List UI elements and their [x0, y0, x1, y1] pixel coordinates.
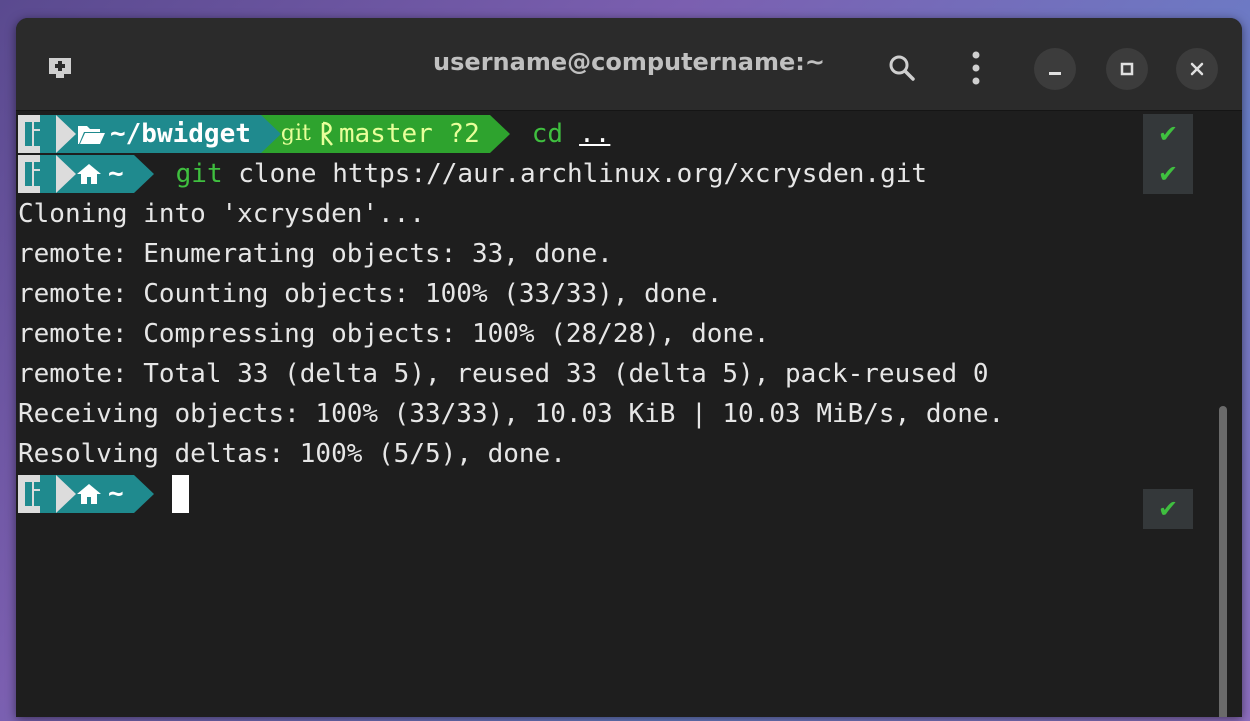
- prompt-git-segment: git master ?2: [244, 115, 490, 153]
- minimize-button[interactable]: [1034, 48, 1076, 90]
- output-line: remote: Compressing objects: 100% (28/28…: [18, 319, 770, 349]
- menu-button[interactable]: [964, 48, 988, 88]
- powerline-separator: [260, 115, 281, 153]
- kebab-menu-icon: [972, 51, 980, 85]
- text-cursor: [171, 475, 189, 513]
- output-line: Receiving objects: 100% (33/33), 10.03 K…: [18, 399, 1005, 429]
- command-argument: ..: [579, 119, 611, 149]
- git-label: git: [280, 121, 311, 146]
- maximize-button[interactable]: [1106, 48, 1148, 90]
- powerline-separator: [56, 115, 76, 153]
- command-name: git: [175, 159, 223, 189]
- search-button[interactable]: [884, 50, 920, 86]
- output-line: remote: Counting objects: 100% (33/33), …: [18, 279, 723, 309]
- prompt-line-3: ~: [18, 474, 189, 514]
- command-arguments: clone https://aur.archlinux.org/xcrysden…: [222, 159, 928, 189]
- status-ok-icon: ✔: [1143, 114, 1193, 154]
- powerline-end: [489, 115, 510, 153]
- terminal-area[interactable]: ~/bwidget git master ?2 cd .. ✔ ~ git cl…: [16, 111, 1242, 717]
- powerline-end: [133, 155, 154, 193]
- status-ok-icon: ✔: [1143, 489, 1193, 529]
- powerline-separator: [56, 155, 76, 193]
- prompt-directory: ~: [108, 159, 124, 189]
- output-line: Cloning into 'xcrysden'...: [18, 199, 425, 229]
- output-line: remote: Enumerating objects: 33, done.: [18, 239, 613, 269]
- terminal-window: username@computername:~ ~/bwidget git ma…: [16, 18, 1242, 717]
- maximize-icon: [1120, 62, 1134, 76]
- status-ok-icon: ✔: [1143, 154, 1193, 194]
- powerline-end: [133, 475, 154, 513]
- search-icon: [889, 55, 915, 81]
- home-icon: [77, 164, 101, 184]
- prompt-directory-segment: ~: [40, 155, 134, 193]
- output-line: Resolving deltas: 100% (5/5), done.: [18, 439, 566, 469]
- output-line: remote: Total 33 (delta 5), reused 33 (d…: [18, 359, 989, 389]
- git-branch-icon: [321, 121, 333, 146]
- git-branch: master ?2: [338, 119, 480, 149]
- prompt-line-2: ~ git clone https://aur.archlinux.org/xc…: [18, 154, 927, 194]
- prompt-directory: ~/bwidget: [110, 119, 251, 149]
- folder-open-icon: [78, 126, 105, 144]
- prompt-directory: ~: [108, 479, 124, 509]
- close-icon: [1190, 62, 1204, 76]
- prompt-line-1: ~/bwidget git master ?2 cd ..: [18, 114, 610, 154]
- home-icon: [77, 484, 101, 504]
- minimize-icon: [1049, 72, 1061, 75]
- prompt-directory-segment: ~: [40, 475, 134, 513]
- scrollbar[interactable]: [1219, 406, 1227, 717]
- command-name: cd: [531, 119, 564, 149]
- close-button[interactable]: [1176, 48, 1218, 90]
- powerline-separator: [56, 475, 76, 513]
- title-bar: username@computername:~: [16, 18, 1242, 111]
